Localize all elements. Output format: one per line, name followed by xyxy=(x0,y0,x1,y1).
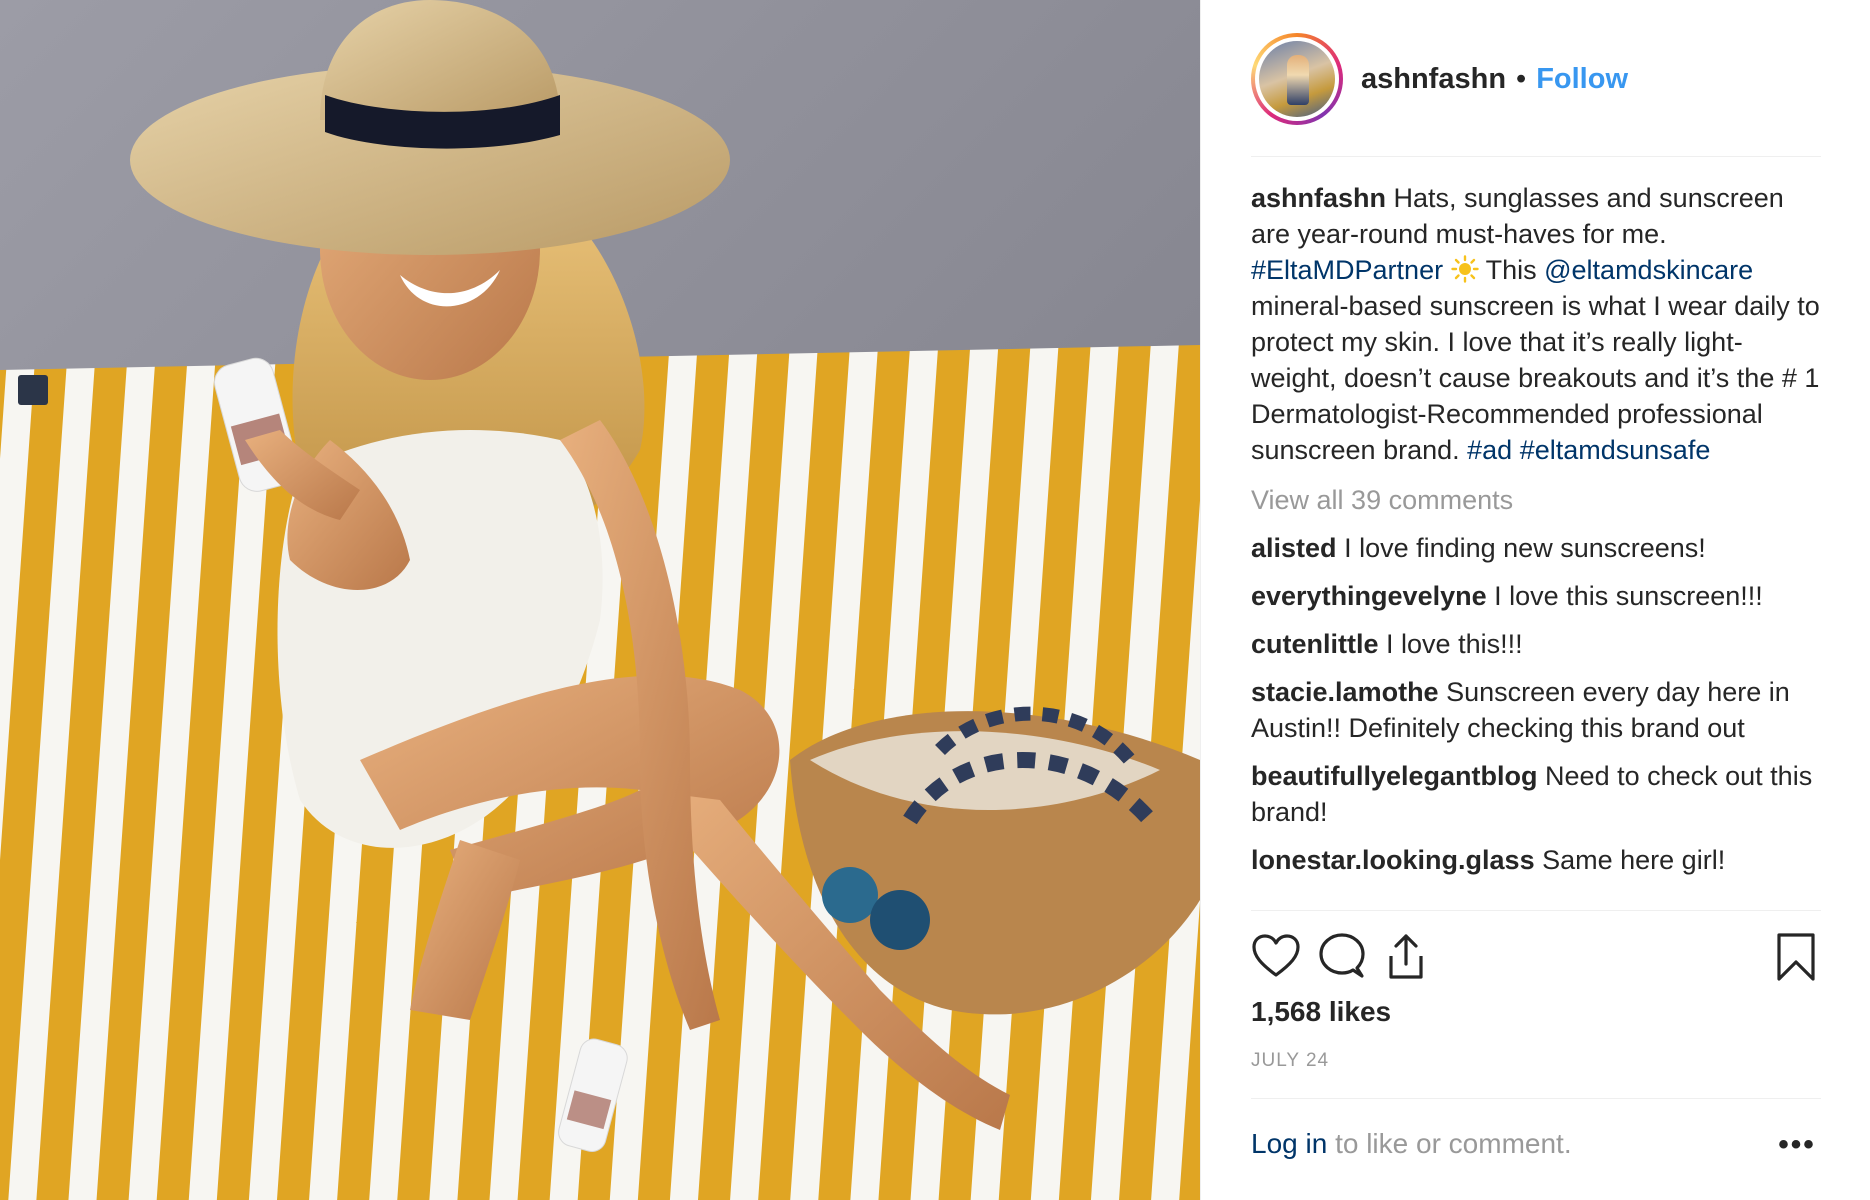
caption-username[interactable]: ashnfashn xyxy=(1251,183,1386,213)
action-bar xyxy=(1251,932,1821,984)
actions-divider xyxy=(1251,910,1821,911)
mention-link[interactable]: @eltamdskincare xyxy=(1544,255,1753,285)
footer-divider xyxy=(1251,1098,1821,1099)
comment-item: cutenlittle I love this!!! xyxy=(1251,626,1826,662)
comment-text: I love this sunscreen!!! xyxy=(1494,581,1763,611)
instagram-post: ashnfashn • Follow ashnfashn Hats, sungl… xyxy=(0,0,1870,1200)
comment-username[interactable]: beautifullyelegantblog xyxy=(1251,761,1538,791)
more-options-button[interactable]: ••• xyxy=(1775,1128,1819,1164)
header-divider xyxy=(1251,156,1821,157)
comment-item: stacie.lamothe Sunscreen every day here … xyxy=(1251,674,1826,746)
post-header: ashnfashn • Follow xyxy=(1251,30,1821,128)
follow-button[interactable]: Follow xyxy=(1536,63,1628,96)
hashtag-link[interactable]: #ad xyxy=(1467,435,1512,465)
post-sidebar: ashnfashn • Follow ashnfashn Hats, sungl… xyxy=(1200,0,1870,1200)
comment-username[interactable]: everythingevelyne xyxy=(1251,581,1487,611)
beach-towel-photo xyxy=(0,0,1200,1200)
hashtag-link[interactable]: #EltaMDPartner xyxy=(1251,255,1443,285)
hashtag-link[interactable]: #eltamdsunsafe xyxy=(1520,435,1711,465)
bookmark-icon[interactable] xyxy=(1771,932,1821,982)
comments-section[interactable]: ashnfashn Hats, sunglasses and sunscreen… xyxy=(1251,180,1826,910)
comment-username[interactable]: cutenlittle xyxy=(1251,629,1379,659)
view-all-comments-link[interactable]: View all 39 comments xyxy=(1251,482,1826,518)
heart-icon[interactable] xyxy=(1251,932,1301,982)
comment-item: everythingevelyne I love this sunscreen!… xyxy=(1251,578,1826,614)
story-ring[interactable] xyxy=(1251,33,1343,125)
login-link[interactable]: Log in xyxy=(1251,1128,1327,1159)
comment-text: I love finding new sunscreens! xyxy=(1344,533,1706,563)
comment-text: I love this!!! xyxy=(1386,629,1523,659)
share-icon[interactable] xyxy=(1381,932,1431,982)
comment-item: beautifullyelegantblog Need to check out… xyxy=(1251,758,1826,830)
separator-dot: • xyxy=(1516,62,1527,95)
comment-icon[interactable] xyxy=(1317,932,1367,982)
post-date[interactable]: JULY 24 xyxy=(1251,1050,1329,1072)
login-prompt: Log in to like or comment. xyxy=(1251,1128,1572,1160)
comment-username[interactable]: alisted xyxy=(1251,533,1337,563)
comment-item: lonestar.looking.glass Same here girl! xyxy=(1251,842,1826,878)
login-prompt-text: to like or comment. xyxy=(1327,1128,1572,1159)
header-username[interactable]: ashnfashn xyxy=(1361,63,1506,96)
comment-text: Same here girl! xyxy=(1542,845,1726,875)
comment-username[interactable]: stacie.lamothe xyxy=(1251,677,1439,707)
avatar[interactable] xyxy=(1259,41,1335,117)
sun-emoji-icon xyxy=(1450,255,1479,283)
post-caption: ashnfashn Hats, sunglasses and sunscreen… xyxy=(1251,183,1820,465)
post-photo[interactable] xyxy=(0,0,1200,1200)
comment-item: alisted I love finding new sunscreens! xyxy=(1251,530,1826,566)
comment-username[interactable]: lonestar.looking.glass xyxy=(1251,845,1535,875)
likes-count[interactable]: 1,568 likes xyxy=(1251,996,1391,1028)
